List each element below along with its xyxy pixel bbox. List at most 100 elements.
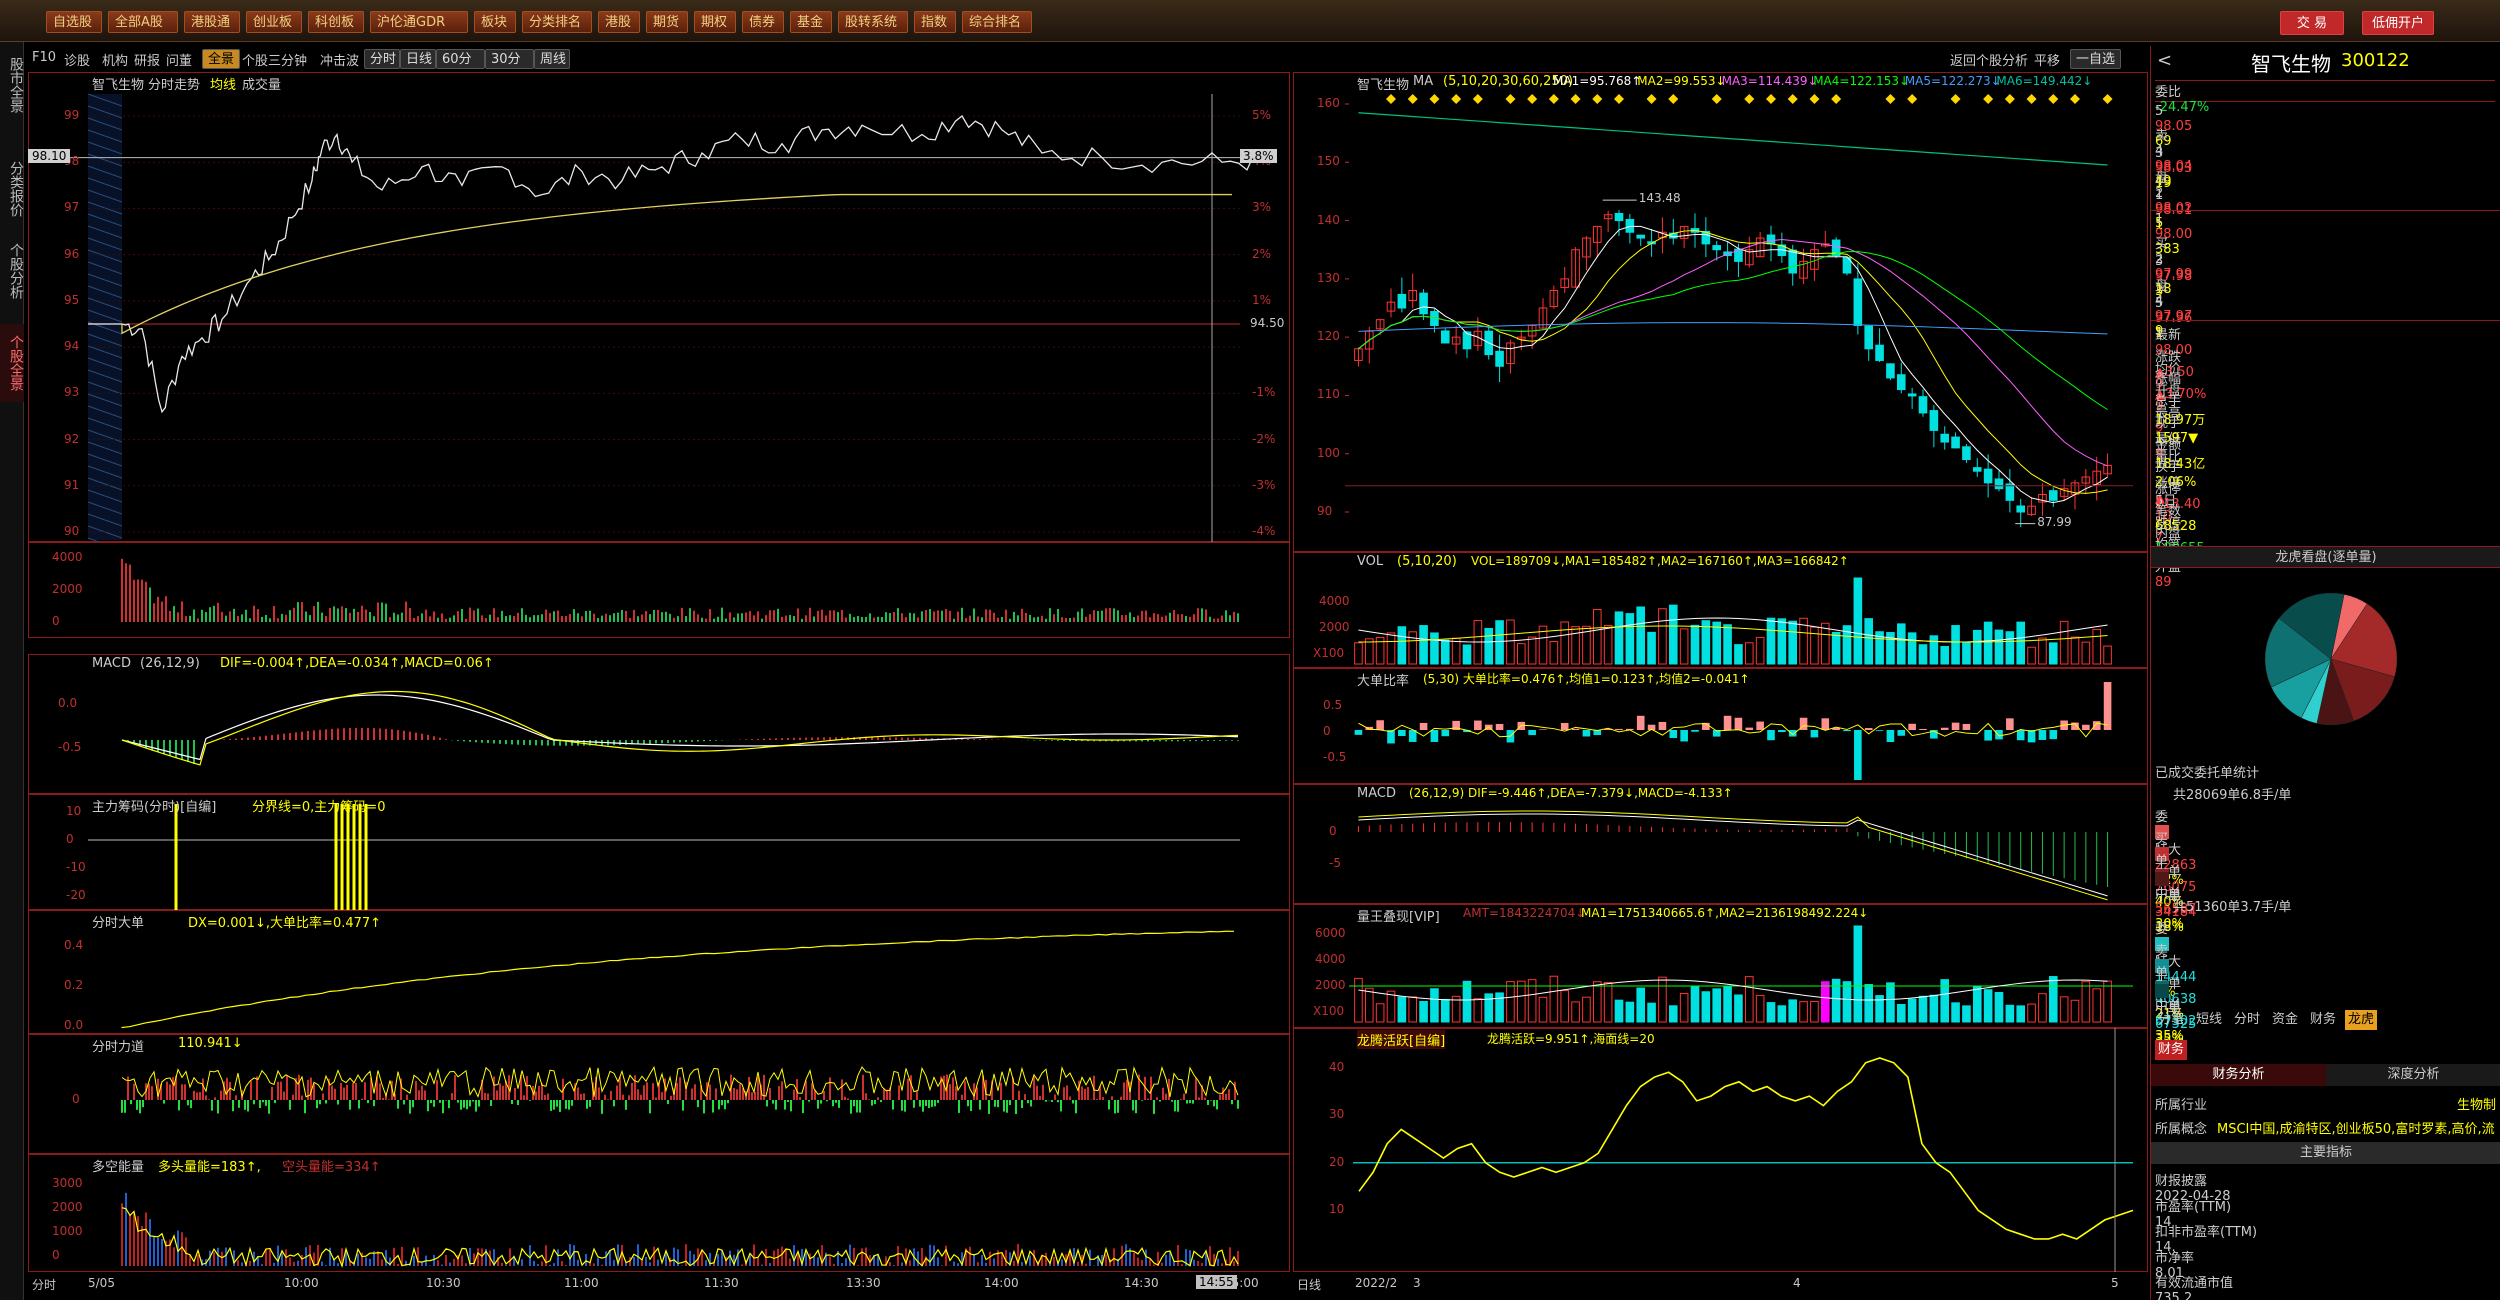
divider [2151, 320, 2500, 321]
kline-volume-bar [1397, 626, 1407, 665]
period-tab[interactable]: 日线 [400, 49, 436, 69]
intraday-period-button[interactable]: 分时 [32, 1276, 56, 1293]
toolbar-item[interactable]: 机构 [102, 50, 128, 69]
top-menu-item[interactable]: 港股 [598, 11, 640, 33]
info-tab[interactable]: 分笔 [2155, 1010, 2187, 1030]
top-menu-item[interactable]: 科创板 [308, 11, 364, 33]
top-menu-item[interactable]: 全部A股 [108, 11, 178, 33]
left-tab-3[interactable]: 个股全景 [0, 324, 24, 402]
period-tab[interactable]: 周线 [534, 49, 570, 69]
pan-button[interactable]: 平移 [2034, 50, 2060, 69]
top-menu-item[interactable]: 期权 [694, 11, 736, 33]
intraday-zhuli-svg[interactable] [28, 794, 1290, 910]
kline-longteng-svg[interactable] [1293, 1028, 2148, 1272]
top-menu-item[interactable]: 板块 [474, 11, 516, 33]
intraday-lidao-svg[interactable] [28, 1034, 1290, 1154]
top-menu-item[interactable]: 创业板 [246, 11, 302, 33]
buy-level-row[interactable]: 买 2 97.99 18 [2155, 233, 2495, 297]
toolbar-item[interactable]: F10 [32, 50, 56, 65]
period-tab[interactable]: 分时 [364, 49, 400, 69]
watchlist-dropdown[interactable]: 一自选 [2070, 49, 2122, 69]
left-tab-2[interactable]: 个股分析 [0, 232, 24, 310]
intraday-chart-area[interactable]: 智飞生物分时走势均线成交量995%984%973%962%951%9493-1%… [28, 72, 1290, 1300]
info-tab[interactable]: 财务 [2307, 1010, 2339, 1030]
return-analysis-link[interactable]: 返回个股分析 [1950, 50, 2028, 69]
sell-level-row[interactable]: 卖 4 98.04 49 [2155, 125, 2495, 189]
info-tab[interactable]: 短线 [2193, 1010, 2225, 1030]
kline-vol-label[interactable]: VOL [1357, 554, 1383, 569]
kline-lh-tick: 10 [1329, 1202, 1345, 1217]
kline-signal-diamond [1527, 94, 1538, 104]
info-tab[interactable]: 分时 [2231, 1010, 2263, 1030]
top-menu-item[interactable]: 股转系统 [838, 11, 908, 33]
buy-level-row[interactable]: 5 97.96 1 [2155, 296, 2495, 341]
finance-tab[interactable]: 财务 [2155, 1040, 2188, 1060]
top-menu-item[interactable]: 分类排名 [522, 11, 592, 33]
intraday-price-svg[interactable] [28, 72, 1290, 542]
toolbar-item[interactable]: 诊股 [64, 50, 90, 69]
stat-label: 涨幅 [2155, 372, 2182, 387]
kline-lw-label[interactable]: 量王叠现[VIP] [1357, 906, 1440, 925]
kline-ddbl-bar [1951, 722, 1960, 730]
kline-ddbl-label[interactable]: 大单比率 [1357, 670, 1409, 689]
buy-level-row[interactable]: 盘 4 97.97 9 [2155, 275, 2495, 339]
back-arrow[interactable]: < [2157, 50, 2172, 71]
industry-label: 所属行业 [2155, 1098, 2208, 1113]
finance-label: 市盈率(TTM) [2155, 1199, 2232, 1215]
left-tab-1[interactable]: 分类报价 [0, 150, 24, 228]
toolbar-item[interactable]: 冲击波 [320, 50, 359, 69]
top-menu-item[interactable]: 指数 [914, 11, 956, 33]
top-menu-item[interactable]: 债券 [742, 11, 784, 33]
buy-level-row[interactable]: 3 97.98 3 [2155, 254, 2495, 299]
macd-tick: 0.0 [58, 696, 78, 710]
sell-level-row[interactable]: 5 98.05 69 [2155, 104, 2495, 149]
intraday-volume-svg[interactable] [28, 542, 1290, 638]
buy-level-row[interactable]: 1 98.00 383 [2155, 212, 2495, 257]
kline-period-button[interactable]: 日线 [1297, 1276, 1321, 1293]
left-tab-0[interactable]: 股市全景 [0, 46, 24, 124]
kline-lw-bar [1690, 986, 1700, 1023]
toolbar-item[interactable]: 问董 [166, 50, 192, 69]
order-level: 3 [2155, 146, 2164, 161]
toolbar-item[interactable]: 研报 [134, 50, 160, 69]
depth-analysis-tab[interactable]: 深度分析 [2326, 1064, 2500, 1086]
kline-lw-bar [1864, 984, 1874, 1023]
kline-macd-label[interactable]: MACD [1357, 786, 1396, 801]
kline-lw-bar [2027, 1003, 2036, 1023]
info-tab[interactable]: 龙虎 [2345, 1010, 2378, 1030]
kline-ddbl-bar [1669, 730, 1678, 739]
period-tab[interactable]: 60分 [436, 49, 485, 69]
kline-volume-svg[interactable] [1293, 552, 2148, 668]
top-menu-item[interactable]: 基金 [790, 11, 832, 33]
sell-level-row[interactable]: 盘 2 98.02 5 [2155, 167, 2495, 231]
kline-volume-bar [1831, 631, 1841, 665]
top-menu-item[interactable]: 港股通 [184, 11, 240, 33]
trade-button[interactable]: 交 易 [2280, 11, 2344, 35]
top-menu-item[interactable]: 自选股 [46, 11, 102, 33]
sell-level-row[interactable]: 3 98.03 19 [2155, 146, 2495, 191]
kline-price-svg[interactable] [1293, 72, 2148, 552]
kline-lw-bar [2092, 988, 2102, 1023]
intraday-macd-svg[interactable] [28, 654, 1290, 794]
sell-level-row[interactable]: 1 98.01 1 [2155, 188, 2495, 233]
top-menu-item[interactable]: 沪伦通GDR [370, 11, 468, 33]
toolbar-item[interactable]: 个股三分钟 [242, 50, 307, 69]
kline-lw-bar [1755, 994, 1765, 1023]
info-tab[interactable]: 资金 [2269, 1010, 2301, 1030]
kline-lh-label[interactable]: 龙腾活跃[自编] [1357, 1030, 1446, 1049]
kline-macd-svg[interactable] [1293, 784, 2148, 904]
period-tab[interactable]: 30分 [485, 49, 534, 69]
order-pie-chart[interactable] [2246, 574, 2416, 744]
kline-volume-bar [1386, 632, 1396, 665]
finance-analysis-tab[interactable]: 财务分析 [2151, 1064, 2326, 1086]
top-menu-item[interactable]: 期货 [646, 11, 688, 33]
kline-signal-diamond [1429, 94, 1440, 104]
top-menu-item[interactable]: 综合排名 [962, 11, 1032, 33]
open-account-button[interactable]: 低佣开户 [2362, 11, 2434, 35]
toolbar-item[interactable]: 全景 [202, 49, 241, 69]
price-tick: 92 [64, 431, 80, 446]
weibi-row: 委比 -24.47% [2155, 80, 2495, 115]
kline-chart-area[interactable]: 智飞生物 MA (5,10,20,30,60,250) MA1=95.768↑ MA2=… [1293, 72, 2148, 1300]
volume-tick: 4000 [52, 550, 83, 564]
kline-ddbl-bar [2103, 682, 2112, 730]
